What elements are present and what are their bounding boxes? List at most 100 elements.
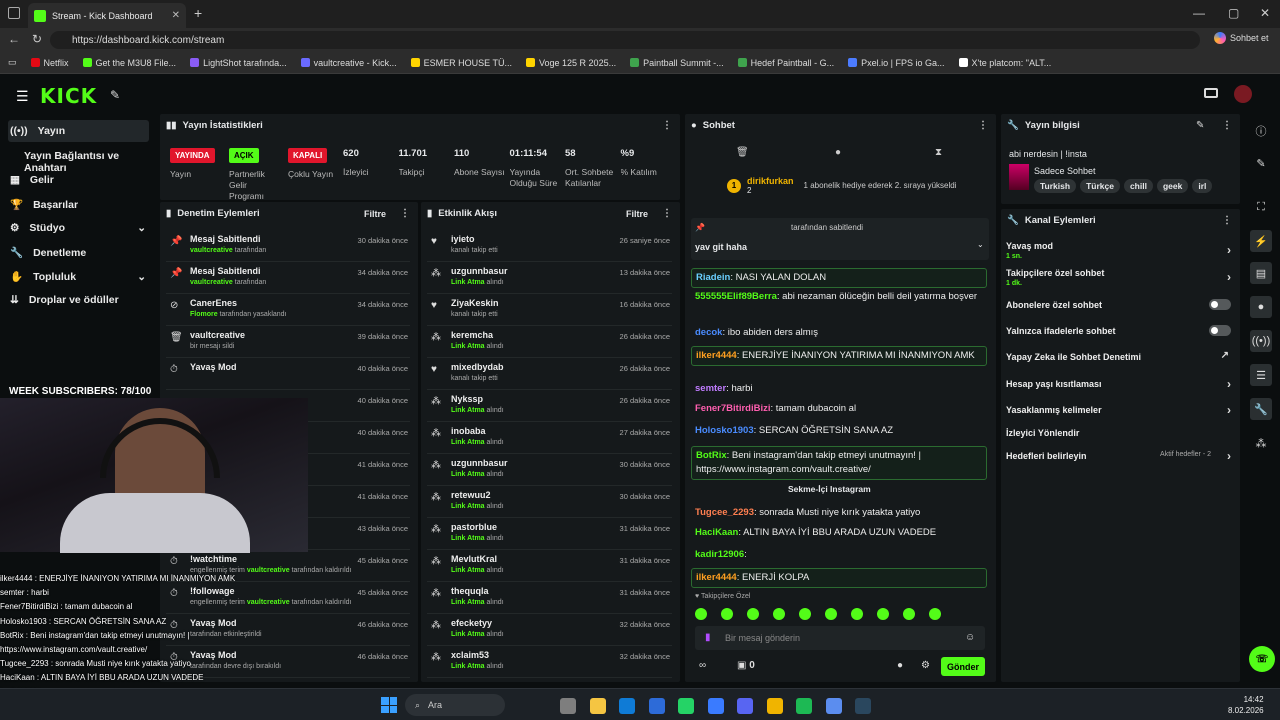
- emote-icon[interactable]: [877, 608, 889, 620]
- menu-icon[interactable]: ☰: [16, 88, 29, 105]
- chat-username[interactable]: semter: [695, 383, 726, 394]
- emote-icon[interactable]: [929, 608, 941, 620]
- windows-start-icon[interactable]: [381, 697, 397, 713]
- chat-bubble-icon[interactable]: ●: [835, 147, 841, 158]
- support-icon[interactable]: ☏: [1249, 646, 1275, 672]
- chat-username[interactable]: decok: [695, 327, 722, 338]
- channel-action-item[interactable]: Yapay Zeka ile Sohbet Denetimi ↗: [1006, 350, 1235, 362]
- bookmark-item[interactable]: Netflix: [30, 58, 69, 68]
- emote-icon[interactable]: [851, 608, 863, 620]
- emote-icon[interactable]: [773, 608, 785, 620]
- screen-icon[interactable]: [1204, 88, 1218, 98]
- tool-icon[interactable]: ✎: [110, 88, 120, 102]
- bookmark-item[interactable]: Paintball Summit -...: [630, 58, 724, 68]
- chat-icon[interactable]: ●: [1250, 296, 1272, 318]
- document-icon[interactable]: ▤: [1250, 262, 1272, 284]
- activity-row[interactable]: ⁂ MevlutKral Link Atma alındı 31 dakika önc…: [427, 552, 672, 582]
- channel-action-item[interactable]: Hedefleri belirleyin Aktif hedefler - 2 ›: [1006, 449, 1235, 463]
- channel-action-item[interactable]: İzleyici Yönlendir: [1006, 428, 1235, 438]
- chat-username[interactable]: 555555Elif89Berra: [695, 291, 777, 302]
- activity-row[interactable]: ♥ iyieto kanalı takip etti 26 saniye önce: [427, 232, 672, 262]
- activity-row[interactable]: ♥ ZiyaKeskin kanalı takip etti 16 dakika ön…: [427, 296, 672, 326]
- copilot-button[interactable]: Sohbet et: [1214, 32, 1269, 44]
- chat-bubble-icon[interactable]: ●: [897, 660, 903, 671]
- pencil-icon[interactable]: ✎: [1250, 152, 1272, 174]
- tab-list-icon[interactable]: [8, 7, 20, 19]
- more-options-icon[interactable]: ⋮: [1222, 215, 1232, 226]
- edge-icon[interactable]: [619, 698, 635, 714]
- bookmark-item[interactable]: Pxel.io | FPS io Ga...: [848, 58, 945, 68]
- chat-username[interactable]: kadir12906: [695, 549, 744, 560]
- info-icon[interactable]: ⓘ: [1250, 120, 1272, 142]
- refresh-icon[interactable]: ↻: [32, 32, 42, 46]
- activity-row[interactable]: ⁂ keremcha Link Atma alındı 26 dakika önce: [427, 328, 672, 358]
- more-options-icon[interactable]: ⋮: [400, 208, 410, 219]
- stream-tag[interactable]: chill: [1123, 179, 1153, 193]
- emote-icon[interactable]: [903, 608, 915, 620]
- kick-logo[interactable]: KICK: [40, 84, 97, 108]
- bookmark-item[interactable]: vaultcreative - Kick...: [300, 58, 397, 68]
- close-window-icon[interactable]: ✕: [1260, 6, 1270, 20]
- activity-row[interactable]: ⁂ thequqla Link Atma alındı 31 dakika önce: [427, 584, 672, 614]
- task-view-icon[interactable]: [560, 698, 576, 714]
- chat-input[interactable]: ▮ Bir mesaj gönderin ☺: [695, 626, 985, 650]
- sidebar-item-denetleme[interactable]: 🔧 Denetleme: [10, 246, 86, 260]
- activity-row[interactable]: ⁂ retewuu2 Link Atma alındı 30 dakika önce: [427, 488, 672, 518]
- sidebar-item-basarilar[interactable]: 🏆 Başarılar: [10, 198, 78, 212]
- channel-action-item[interactable]: Takipçilere özel sohbet 1 dk. ›: [1006, 268, 1235, 287]
- moderation-row[interactable]: 🗑 vaultcreative bir mesajı sildi 39 dakika …: [166, 328, 410, 358]
- bolt-icon[interactable]: ⚡: [1250, 230, 1272, 252]
- back-icon[interactable]: ←: [8, 32, 20, 46]
- instagram-button[interactable]: Sekme-İçi Instagram: [788, 484, 871, 494]
- activity-row[interactable]: ⁂ uzgunnbasur Link Atma alındı 13 dakika ön…: [427, 264, 672, 294]
- chevron-down-icon[interactable]: ⌄: [977, 240, 984, 249]
- outlook-icon[interactable]: [648, 698, 665, 714]
- chat-username[interactable]: Fener7BitirdiBizi: [695, 403, 771, 414]
- stream-tag[interactable]: Türkçe: [1080, 179, 1120, 193]
- browser-tab[interactable]: Stream - Kick Dashboard ✕: [28, 3, 186, 28]
- activity-row[interactable]: ♥ mixedbydab kanalı takip etti 26 dakika ön…: [427, 360, 672, 390]
- moderation-row[interactable]: ⏱ Yavaş Mod 40 dakika önce: [166, 360, 410, 390]
- sidebar-item-droplar[interactable]: ⇊ Droplar ve ödüller: [10, 294, 119, 306]
- channel-action-item[interactable]: Yalnızca ifadelerle sohbet: [1006, 325, 1235, 336]
- emote-icon[interactable]: [747, 608, 759, 620]
- sidebar-item-gelir[interactable]: ▦ Gelir: [10, 174, 54, 186]
- bookmark-item[interactable]: X'te platcom: "ALT...: [958, 58, 1051, 68]
- activity-row[interactable]: ⁂ xclaim53 Link Atma alındı 32 dakika önce: [427, 648, 672, 678]
- broadcast-icon[interactable]: ((•)): [1250, 330, 1272, 352]
- close-tab-icon[interactable]: ✕: [172, 10, 180, 21]
- chat-username[interactable]: ilker4444: [696, 350, 737, 361]
- hourglass-icon[interactable]: ⧗: [935, 147, 942, 158]
- moderation-row[interactable]: ⊘ CanerEnes Flomore tarafından yasaklandı 3…: [166, 296, 410, 326]
- emote-icon[interactable]: [799, 608, 811, 620]
- steam-icon[interactable]: [855, 698, 871, 714]
- chat-username[interactable]: Tugcee_2293: [695, 507, 754, 518]
- activity-row[interactable]: ⁂ uzgunnbasur Link Atma alındı 30 dakika ön…: [427, 456, 672, 486]
- spotify-icon[interactable]: [796, 698, 812, 714]
- chat-username[interactable]: BotRix: [696, 450, 727, 461]
- edit-icon[interactable]: ✎: [1196, 120, 1204, 131]
- activity-row[interactable]: ⁂ inobaba Link Atma alındı 27 dakika önce: [427, 424, 672, 454]
- emote-icon[interactable]: [695, 608, 707, 620]
- emoji-icon[interactable]: ☺: [965, 632, 975, 643]
- stream-tag[interactable]: irl: [1192, 179, 1213, 193]
- chat-username[interactable]: ilker4444: [696, 572, 737, 583]
- bookmarks-icon[interactable]: ▭: [8, 57, 17, 68]
- sidebar-item-stream-key[interactable]: Yayın Bağlantısı ve Anahtarı: [24, 150, 157, 174]
- stream-tag[interactable]: Turkish: [1034, 179, 1077, 193]
- url-field[interactable]: https://dashboard.kick.com/stream: [50, 31, 1200, 49]
- activity-row[interactable]: ⁂ pastorblue Link Atma alındı 31 dakika önc…: [427, 520, 672, 550]
- minimize-icon[interactable]: —: [1193, 6, 1205, 20]
- sidebar-item-yayin[interactable]: ((•)) Yayın: [10, 125, 65, 137]
- toggle-switch[interactable]: [1209, 299, 1231, 310]
- emote-icon[interactable]: [825, 608, 837, 620]
- list-icon[interactable]: ☰: [1250, 364, 1272, 386]
- users-icon[interactable]: ⁂: [1250, 432, 1272, 454]
- filter-button[interactable]: Filtre: [364, 209, 386, 219]
- chatgpt-icon[interactable]: [825, 698, 842, 714]
- wrench-icon[interactable]: 🔧: [1250, 398, 1272, 420]
- file-explorer-icon[interactable]: [589, 698, 606, 714]
- channel-action-item[interactable]: Yavaş mod 1 sn. ›: [1006, 241, 1235, 260]
- discord-icon[interactable]: [737, 698, 753, 714]
- chat-username[interactable]: Holosko1903: [695, 425, 754, 436]
